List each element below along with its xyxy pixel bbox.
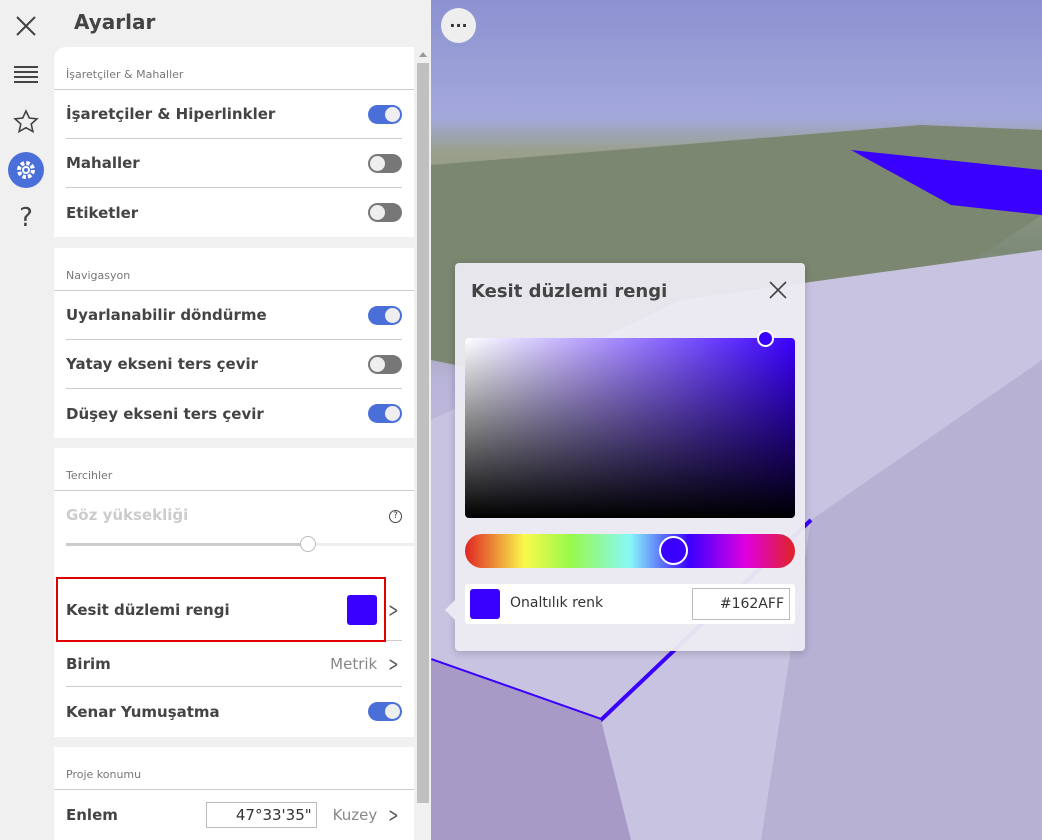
highlight-box bbox=[56, 577, 386, 642]
toggle-switch[interactable] bbox=[368, 104, 402, 124]
color-picker-popup: Kesit düzlemi rengi Onaltılık renk #162A… bbox=[455, 263, 805, 651]
scrollbar-thumb[interactable] bbox=[417, 63, 429, 803]
setting-latitude: Enlem 47°33'35" Kuzey > bbox=[66, 790, 402, 839]
eye-height-setting: Göz yüksekliği ? bbox=[66, 491, 414, 579]
setting-markers-hyperlinks: İşaretçiler & Hiperlinkler bbox=[66, 90, 402, 139]
slider-thumb[interactable] bbox=[300, 536, 316, 552]
setting-label: İşaretçiler & Hiperlinkler bbox=[66, 105, 276, 123]
toggle-switch[interactable] bbox=[368, 203, 402, 222]
toggle-switch[interactable] bbox=[368, 354, 402, 374]
setting-label: Göz yüksekliği bbox=[66, 506, 189, 524]
setting-invert-horizontal: Yatay ekseni ters çevir bbox=[66, 340, 402, 389]
hex-color-row: Onaltılık renk #162AFF bbox=[465, 584, 795, 624]
chevron-right-icon[interactable]: > bbox=[389, 803, 399, 827]
gear-icon[interactable] bbox=[8, 152, 44, 188]
setting-label: Uyarlanabilir döndürme bbox=[66, 306, 267, 324]
setting-adaptive-rotation: Uyarlanabilir döndürme bbox=[66, 291, 402, 340]
setting-label: Yatay ekseni ters çevir bbox=[66, 355, 259, 373]
help-icon[interactable]: ? bbox=[8, 200, 44, 236]
setting-label: Düşey ekseni ters çevir bbox=[66, 404, 264, 423]
popup-title: Kesit düzlemi rengi bbox=[471, 281, 668, 302]
hue-slider[interactable] bbox=[465, 534, 795, 568]
hue-thumb[interactable] bbox=[659, 536, 688, 565]
scrollbar[interactable] bbox=[416, 47, 430, 840]
unit-value: Metrik bbox=[330, 654, 378, 673]
chevron-right-icon: > bbox=[388, 597, 399, 622]
help-icon[interactable]: ? bbox=[389, 510, 402, 523]
toggle-switch[interactable] bbox=[368, 404, 402, 423]
eye-height-slider[interactable] bbox=[66, 536, 414, 552]
chevron-right-icon: > bbox=[388, 651, 399, 676]
star-icon[interactable] bbox=[8, 104, 44, 140]
side-rail: ? bbox=[0, 0, 54, 840]
section-header: Tercihler bbox=[54, 448, 414, 491]
color-picker-thumb[interactable] bbox=[757, 330, 774, 347]
settings-panel: Ayarlar İşaretçiler & Mahaller İşaretçil… bbox=[54, 0, 431, 840]
setting-unit[interactable]: Birim Metrik > bbox=[66, 641, 402, 687]
setting-label: Birim bbox=[66, 654, 111, 673]
page-title: Ayarlar bbox=[74, 10, 156, 34]
hex-input[interactable]: #162AFF bbox=[692, 588, 790, 620]
setting-antialiasing: Kenar Yumuşatma bbox=[66, 687, 402, 736]
toggle-switch[interactable] bbox=[368, 153, 402, 173]
more-options-button[interactable]: ··· bbox=[441, 8, 476, 43]
section-header: Proje konumu bbox=[54, 747, 414, 790]
toggle-switch[interactable] bbox=[368, 702, 402, 721]
project-location-section: Proje konumu Enlem 47°33'35" Kuzey > bbox=[54, 747, 414, 840]
setting-invert-vertical: Düşey ekseni ters çevir bbox=[66, 389, 402, 438]
latitude-input[interactable]: 47°33'35" bbox=[205, 801, 317, 828]
list-icon[interactable] bbox=[8, 56, 44, 92]
close-icon[interactable] bbox=[769, 281, 787, 303]
navigation-section: Navigasyon Uyarlanabilir döndürme Yatay … bbox=[54, 248, 414, 438]
section-header: Navigasyon bbox=[54, 248, 414, 291]
latitude-direction[interactable]: Kuzey bbox=[333, 806, 378, 824]
setting-spaces: Mahaller bbox=[66, 139, 402, 188]
section-header: İşaretçiler & Mahaller bbox=[54, 47, 414, 90]
color-preview-swatch bbox=[470, 589, 500, 619]
hex-label: Onaltılık renk bbox=[510, 595, 604, 611]
setting-label: Enlem bbox=[66, 805, 118, 824]
scroll-up-arrow[interactable] bbox=[419, 52, 427, 57]
setting-label: Mahaller bbox=[66, 154, 140, 172]
toggle-switch[interactable] bbox=[368, 305, 402, 325]
markers-section: İşaretçiler & Mahaller İşaretçiler & Hip… bbox=[54, 47, 414, 237]
setting-labels: Etiketler bbox=[66, 188, 402, 237]
setting-label: Kenar Yumuşatma bbox=[66, 702, 220, 721]
saturation-value-area[interactable] bbox=[465, 330, 795, 518]
popup-pointer bbox=[445, 600, 455, 620]
setting-label: Etiketler bbox=[66, 203, 139, 222]
close-icon[interactable] bbox=[8, 8, 44, 44]
